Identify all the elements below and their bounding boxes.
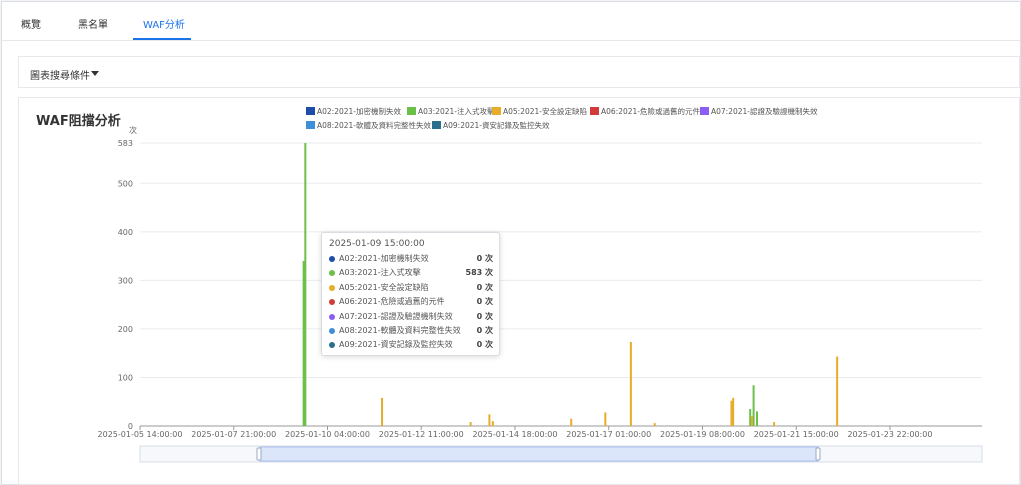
- tooltip-row: A06:2021-危險或過舊的元件 0 次: [329, 296, 493, 309]
- legend-swatch-a03[interactable]: [407, 107, 416, 115]
- legend-label-a07: A07:2021-認證及驗證機制失效: [711, 106, 818, 116]
- bar-a05[interactable]: [469, 422, 472, 426]
- legend-swatch-a05[interactable]: [492, 107, 501, 115]
- tooltip-row: A07:2021-認證及驗證機制失效 0 次: [329, 311, 493, 324]
- y-axis-label: 次: [129, 125, 137, 135]
- legend-label-a08: A08:2021-軟體及資料完整性失效: [317, 120, 431, 130]
- x-tick-label: 2025-01-07 21:00:00: [191, 430, 276, 439]
- series-dot-icon: [329, 299, 335, 306]
- legend-label-a06: A06:2021-危險或過舊的元件: [601, 106, 700, 116]
- legend-label-a02: A02:2021-加密機制失效: [317, 106, 401, 116]
- bar-a05[interactable]: [629, 342, 632, 426]
- tooltip-series-name: A09:2021-資安記錄及監控失效: [339, 340, 453, 350]
- bar-a05[interactable]: [750, 416, 753, 426]
- legend-label-a05: A05:2021-安全設定缺陷: [503, 106, 587, 116]
- legend-swatch-a08[interactable]: [306, 121, 315, 129]
- legend-label-a03: A03:2021-注入式攻擊: [418, 106, 495, 116]
- y-tick-label: 500: [118, 179, 133, 188]
- x-tick-label: 2025-01-10 04:00:00: [285, 430, 370, 439]
- bar-a05[interactable]: [730, 400, 733, 426]
- bar-a05[interactable]: [491, 421, 494, 426]
- tooltip-row: A08:2021-軟體及資料完整性失效 0 次: [329, 325, 493, 338]
- series-dot-icon: [329, 284, 335, 291]
- waf-block-chart: 0100200300400500583次2025-01-05 14:00:00 2…: [98, 106, 983, 463]
- tooltip-title: 2025-01-09 15:00:00: [329, 239, 425, 249]
- y-tick-label: 100: [118, 373, 133, 382]
- tooltip-series-name: A06:2021-危險或過舊的元件: [339, 297, 445, 307]
- bar-a05[interactable]: [604, 412, 607, 426]
- tooltip-row: A09:2021-資安記錄及監控失效 0 次: [329, 339, 493, 352]
- zoom-handle-right[interactable]: [815, 447, 821, 461]
- series-dot-icon: [329, 256, 335, 262]
- bar-a05[interactable]: [773, 422, 776, 426]
- bar-a03[interactable]: [749, 409, 752, 426]
- bar-a05[interactable]: [570, 418, 573, 426]
- bar-a03[interactable]: [302, 260, 305, 426]
- tooltip-series-value: 0 次: [476, 326, 493, 335]
- tooltip-series-name: A08:2021-軟體及資料完整性失效: [339, 326, 461, 335]
- tooltip-series-value: 0 次: [476, 340, 493, 350]
- tooltip-row: A02:2021-加密機制失效 0 次: [329, 253, 493, 266]
- bar-a03[interactable]: [752, 385, 755, 426]
- x-tick-label: 2025-01-05 14:00:00: [98, 430, 183, 439]
- bar-a05[interactable]: [488, 414, 491, 426]
- bar-a05[interactable]: [381, 397, 384, 426]
- bar-a05[interactable]: [836, 356, 839, 426]
- x-tick-label: 2025-01-17 01:00:00: [566, 430, 651, 439]
- legend-label-a09: A09:2021-資安記錄及監控失效: [443, 120, 550, 130]
- tooltip-series-value: 0 次: [476, 311, 493, 321]
- y-tick-label: 400: [118, 228, 133, 237]
- tooltip-series-name: A02:2021-加密機制失效: [339, 254, 429, 263]
- legend-swatch-a02[interactable]: [306, 107, 315, 115]
- tooltip-series-value: 0 次: [476, 254, 493, 263]
- bar-a03[interactable]: [756, 411, 759, 426]
- legend-swatch-a09[interactable]: [432, 121, 441, 129]
- legend-swatch-a06[interactable]: [590, 107, 599, 115]
- tooltip-row: A03:2021-注入式攻擊 583 次: [329, 267, 493, 280]
- x-tick-label: 2025-01-19 08:00:00: [660, 430, 745, 439]
- tooltip-series-name: A03:2021-注入式攻擊: [339, 268, 421, 278]
- tooltip-series-value: 0 次: [476, 282, 493, 292]
- series-dot-icon: [329, 270, 335, 277]
- x-tick-label: 2025-01-14 18:00:00: [472, 430, 557, 439]
- zoom-handle-left[interactable]: [256, 447, 262, 461]
- legend-swatch-a07[interactable]: [700, 107, 709, 115]
- tooltip-series-value: 0 次: [476, 297, 493, 307]
- zoom-selection[interactable]: [259, 446, 819, 462]
- x-tick-label: 2025-01-23 22:00:00: [847, 430, 932, 439]
- tooltip-series-value: 583 次: [465, 268, 493, 278]
- series-dot-icon: [329, 328, 335, 334]
- bar-a05[interactable]: [653, 423, 656, 426]
- y-tick-label: 200: [118, 325, 133, 334]
- tooltip-series-name: A05:2021-安全設定缺陷: [339, 282, 429, 292]
- series-dot-icon: [329, 313, 335, 320]
- x-tick-label: 2025-01-12 11:00:00: [379, 430, 464, 439]
- y-tick-label: 583: [118, 139, 133, 148]
- tooltip-row: A05:2021-安全設定缺陷 0 次: [329, 282, 493, 295]
- x-tick-label: 2025-01-21 15:00:00: [754, 430, 839, 439]
- series-dot-icon: [329, 342, 335, 349]
- bar-a05[interactable]: [732, 397, 735, 426]
- chart-tooltip: 2025-01-09 15:00:00 A02:2021-加密機制失效 0 次 A0…: [321, 232, 500, 356]
- tooltip-series-name: A07:2021-認證及驗證機制失效: [339, 311, 453, 321]
- y-tick-label: 300: [118, 276, 133, 285]
- bar-a03[interactable]: [304, 143, 307, 426]
